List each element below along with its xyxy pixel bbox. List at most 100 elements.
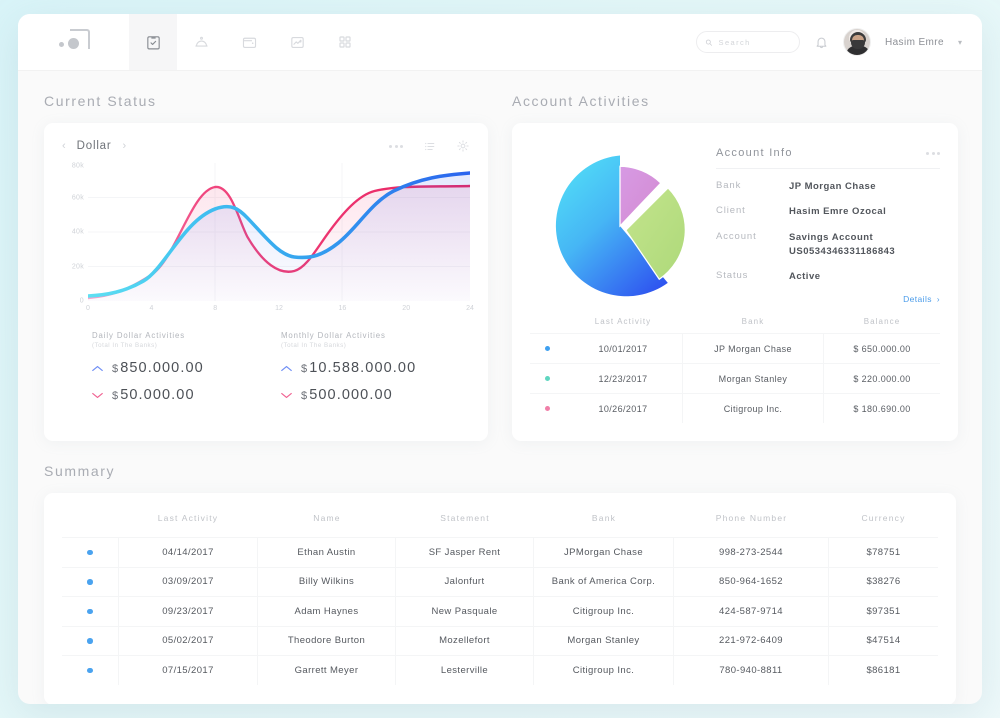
stat-up-row: $10.588.000.00: [281, 360, 470, 376]
table-row[interactable]: 10/26/2017 Citigroup Inc. $ 180.690.00: [530, 393, 940, 423]
table-header: Last Activity Bank Balance: [530, 317, 940, 333]
cell-phone: 780-940-8811: [674, 656, 829, 685]
row-status-dot: [62, 568, 118, 597]
summary-section: Summary Last Activity Name Statement Ban…: [44, 463, 956, 704]
cell-balance: $ 650.000.00: [853, 343, 911, 354]
x-axis: 0 4 8 12 16 20 24: [86, 305, 474, 317]
cell-statement: Jalonfurt: [396, 567, 534, 596]
table-row[interactable]: 05/02/2017 Theodore Burton Mozellefort M…: [62, 625, 938, 655]
nav-item-chart[interactable]: [273, 14, 321, 70]
cell-currency: $78751: [866, 546, 901, 558]
search-box[interactable]: [695, 31, 800, 53]
more-options-icon[interactable]: [389, 144, 403, 148]
chart-card: ‹ Dollar › 0 20k 40k 60k 80k 0 4 8 12 16…: [44, 123, 488, 441]
top-row: Current Status ‹ Dollar › 0 20k 40k 60k …: [44, 93, 958, 441]
cell-name: Garrett Meyer: [258, 656, 396, 685]
account-more-options-icon[interactable]: [926, 151, 940, 155]
gear-icon[interactable]: [456, 139, 470, 153]
next-currency-button[interactable]: ›: [123, 140, 127, 152]
account-info-title: Account Info: [716, 147, 793, 159]
column-header: Balance: [863, 317, 901, 326]
cell-phone: 424-587-9714: [674, 597, 829, 626]
app-logo[interactable]: [18, 14, 129, 70]
table-row[interactable]: 09/23/2017 Adam Haynes New Pasquale Citi…: [62, 596, 938, 626]
account-activity-table: Last Activity Bank Balance 10/01/2017 JP…: [530, 317, 940, 423]
summary-card: Last Activity Name Statement Bank Phone …: [44, 493, 956, 704]
avatar[interactable]: [842, 28, 871, 56]
info-value: Hasim Emre Ozocal: [789, 206, 887, 218]
cell-date: 04/14/2017: [118, 538, 258, 567]
x-tick: 16: [338, 305, 347, 312]
table-row[interactable]: 04/14/2017 Ethan Austin SF Jasper Rent J…: [62, 537, 938, 567]
cell-currency: $38276: [866, 576, 901, 588]
stat-daily: Daily Dollar Activities (Total In The Ba…: [92, 331, 281, 403]
cell-date: 10/01/2017: [598, 343, 648, 354]
chart-image-icon: [290, 36, 304, 48]
clipboard-check-icon: [146, 35, 160, 49]
cell-currency: $47514: [866, 635, 901, 647]
logo-mark-icon: [58, 29, 90, 55]
line-chart: 0 20k 40k 60k 80k 0 4 8 12 16 20 24: [62, 162, 474, 317]
user-name[interactable]: Hasim Emre: [885, 37, 944, 48]
account-info-header: Account Info: [716, 147, 940, 169]
chevron-down-icon: [92, 392, 103, 398]
stat-down-row: $50.000.00: [92, 387, 281, 403]
y-tick: 80k: [71, 162, 84, 170]
chevron-down-icon[interactable]: ▾: [958, 38, 962, 47]
prev-currency-button[interactable]: ‹: [62, 140, 66, 152]
nav-item-clipboard[interactable]: [129, 14, 177, 70]
info-key: Client: [716, 205, 746, 217]
currency-label: Dollar: [76, 140, 112, 152]
info-row-bank: Bank JP Morgan Chase: [716, 180, 940, 194]
row-status-dot: [62, 656, 118, 685]
cell-date: 07/15/2017: [118, 656, 258, 685]
cell-statement: Mozellefort: [396, 626, 534, 655]
details-link[interactable]: Details ›: [716, 294, 940, 304]
account-activities-section: Account Activities Account Info Bank JP …: [512, 93, 958, 441]
cell-name: Billy Wilkins: [258, 567, 396, 596]
stat-up-value: $850.000.00: [112, 360, 204, 376]
current-status-heading: Current Status: [44, 93, 157, 109]
table-row[interactable]: 12/23/2017 Morgan Stanley $ 220.000.00: [530, 363, 940, 393]
chevron-up-icon: [92, 365, 103, 371]
table-row[interactable]: 07/15/2017 Garrett Meyer Lesterville Cit…: [62, 655, 938, 685]
info-key: Account: [716, 230, 757, 242]
chevron-down-icon: [281, 392, 292, 398]
column-header: Bank: [591, 513, 617, 523]
column-header: Name: [313, 513, 341, 523]
cell-bank: Citigroup Inc.: [534, 597, 674, 626]
list-view-icon[interactable]: [423, 140, 436, 153]
details-label: Details: [903, 294, 932, 305]
stat-down-value: $500.000.00: [301, 387, 393, 403]
summary-heading: Summary: [44, 463, 116, 479]
cell-currency: $97351: [866, 605, 901, 617]
cell-date: 03/09/2017: [118, 567, 258, 596]
cell-date: 12/23/2017: [598, 373, 648, 384]
nav-item-service-bell[interactable]: [177, 14, 225, 70]
bell-dome-icon: [194, 36, 208, 47]
info-key: Bank: [716, 180, 742, 191]
summary-table-header: Last Activity Name Statement Bank Phone …: [62, 499, 938, 537]
cell-date: 10/26/2017: [598, 403, 648, 414]
notification-bell-icon[interactable]: [814, 35, 829, 50]
row-status-dot: [530, 346, 564, 351]
nav-item-grid[interactable]: [321, 14, 369, 70]
cell-name: Ethan Austin: [258, 538, 396, 567]
cell-bank: Citigroup Inc.: [534, 656, 674, 685]
cell-bank: Bank of America Corp.: [534, 567, 674, 596]
cell-bank: JPMorgan Chase: [534, 538, 674, 567]
row-status-dot: [530, 406, 564, 411]
column-header: Last Activity: [594, 317, 652, 326]
cell-date: 09/23/2017: [118, 597, 258, 626]
search-input[interactable]: [718, 37, 791, 47]
row-status-dot: [62, 538, 118, 567]
stat-up-row: $850.000.00: [92, 360, 281, 376]
info-row-status: Status Active: [716, 270, 940, 284]
nav-item-wallet[interactable]: [225, 14, 273, 70]
table-row[interactable]: 10/01/2017 JP Morgan Chase $ 650.000.00: [530, 333, 940, 363]
table-row[interactable]: 03/09/2017 Billy Wilkins Jalonfurt Bank …: [62, 566, 938, 597]
info-row-account: Account Savings Account US05343463311868…: [716, 231, 940, 260]
cell-balance: $ 220.000.00: [853, 373, 911, 384]
chart-svg: [88, 163, 470, 301]
cell-phone: 998-273-2544: [674, 538, 829, 567]
